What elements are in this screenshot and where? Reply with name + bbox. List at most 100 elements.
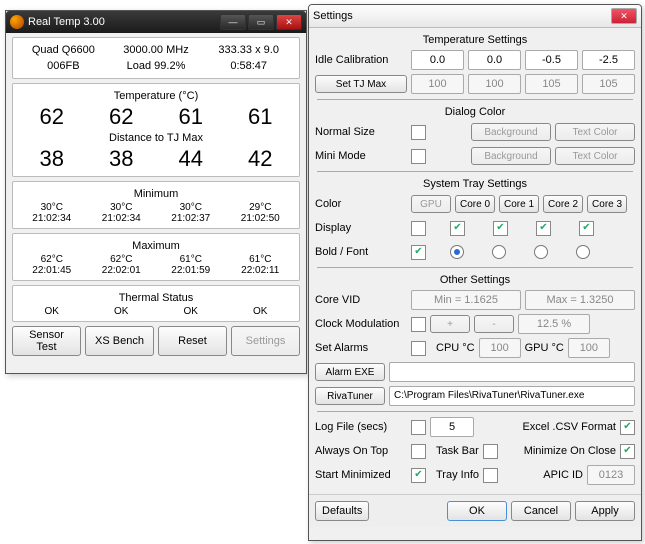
tray-display-label: Display — [315, 222, 407, 234]
mini-background-button: Background — [471, 147, 551, 165]
max-time2: 22:01:59 — [156, 265, 226, 276]
min-t2: 30°C — [156, 202, 226, 213]
temp-core2: 61 — [156, 104, 226, 130]
display-core0-checkbox[interactable] — [450, 221, 465, 236]
tray-core2-button[interactable]: Core 2 — [543, 195, 583, 213]
idle-cal-0-input[interactable]: 0.0 — [411, 50, 464, 70]
close-button[interactable]: ✕ — [276, 14, 302, 30]
aot-checkbox[interactable] — [411, 444, 426, 459]
dist-core2: 44 — [156, 146, 226, 172]
cpu-id: 006FB — [17, 60, 110, 72]
set-tjmax-button[interactable]: Set TJ Max — [315, 75, 407, 93]
dialog-color-header: Dialog Color — [315, 106, 635, 118]
dist-core0: 38 — [17, 146, 87, 172]
dist-core1: 38 — [87, 146, 157, 172]
rivatuner-path[interactable]: C:\Program Files\RivaTuner\RivaTuner.exe — [389, 386, 635, 406]
normal-size-checkbox[interactable] — [411, 125, 426, 140]
normal-textcolor-button: Text Color — [555, 123, 635, 141]
minclose-checkbox[interactable] — [620, 444, 635, 459]
cancel-button[interactable]: Cancel — [511, 501, 571, 521]
trayinfo-label: Tray Info — [436, 469, 479, 481]
mini-mode-label: Mini Mode — [315, 150, 407, 162]
cpu-mhz: 3000.00 MHz — [110, 44, 203, 56]
minimize-button[interactable]: — — [220, 14, 246, 30]
mini-mode-checkbox[interactable] — [411, 149, 426, 164]
corevid-max: Max = 1.3250 — [525, 290, 635, 310]
mini-textcolor-button: Text Color — [555, 147, 635, 165]
cpu-name: Quad Q6600 — [17, 44, 110, 56]
alarm-exe-button[interactable]: Alarm EXE — [315, 363, 385, 381]
logfile-secs-input[interactable]: 5 — [430, 417, 474, 437]
temp-core0: 62 — [17, 104, 87, 130]
setalarms-label: Set Alarms — [315, 342, 407, 354]
maximize-button[interactable]: ▭ — [248, 14, 274, 30]
rivatuner-button[interactable]: RivaTuner — [315, 387, 385, 405]
cpu-mult: 333.33 x 9.0 — [202, 44, 295, 56]
minimum-panel: Minimum 30°C 30°C 30°C 29°C 21:02:34 21:… — [12, 181, 300, 229]
settings-body: Temperature Settings Idle Calibration 0.… — [309, 28, 641, 490]
font-core0-radio[interactable] — [450, 245, 464, 259]
tray-core3-button[interactable]: Core 3 — [587, 195, 627, 213]
max-time1: 22:02:01 — [87, 265, 157, 276]
cpu-c-label: CPU °C — [436, 342, 475, 354]
apply-button[interactable]: Apply — [575, 501, 635, 521]
bold-checkbox[interactable] — [411, 245, 426, 260]
maximum-panel: Maximum 62°C 62°C 61°C 61°C 22:01:45 22:… — [12, 233, 300, 281]
alarm-exe-path[interactable] — [389, 362, 635, 382]
font-core1-radio[interactable] — [492, 245, 506, 259]
apic-value: 0123 — [587, 465, 635, 485]
logfile-checkbox[interactable] — [411, 420, 426, 435]
settings-title: Settings — [313, 10, 611, 22]
font-core3-radio[interactable] — [576, 245, 590, 259]
taskbar-label: Task Bar — [436, 445, 479, 457]
settings-footer: Defaults OK Cancel Apply — [309, 494, 641, 527]
tray-settings-header: System Tray Settings — [315, 178, 635, 190]
idle-cal-3-input[interactable]: -2.5 — [582, 50, 635, 70]
thermal2: OK — [156, 306, 226, 317]
reset-button[interactable]: Reset — [158, 326, 227, 356]
bold-font-label: Bold / Font — [315, 246, 407, 258]
max-t2: 61°C — [156, 254, 226, 265]
normal-background-button: Background — [471, 123, 551, 141]
display-core2-checkbox[interactable] — [536, 221, 551, 236]
settings-titlebar: Settings ✕ — [309, 5, 641, 28]
sensor-test-button[interactable]: Sensor Test — [12, 326, 81, 356]
setalarms-checkbox[interactable] — [411, 341, 426, 356]
clockmod-checkbox[interactable] — [411, 317, 426, 332]
temp-settings-header: Temperature Settings — [315, 34, 635, 46]
font-core2-radio[interactable] — [534, 245, 548, 259]
tray-gpu-button: GPU — [411, 195, 451, 213]
settings-button: Settings — [231, 326, 300, 356]
xs-bench-button[interactable]: XS Bench — [85, 326, 154, 356]
ok-button[interactable]: OK — [447, 501, 507, 521]
settings-close-button[interactable]: ✕ — [611, 8, 637, 24]
max-time3: 22:02:11 — [226, 265, 296, 276]
display-gpu-checkbox[interactable] — [411, 221, 426, 236]
startmin-checkbox[interactable] — [411, 468, 426, 483]
temp-label: Temperature (°C) — [17, 90, 295, 102]
csv-checkbox[interactable] — [620, 420, 635, 435]
display-core1-checkbox[interactable] — [493, 221, 508, 236]
min-t1: 30°C — [87, 202, 157, 213]
taskbar-checkbox[interactable] — [483, 444, 498, 459]
tray-core0-button[interactable]: Core 0 — [455, 195, 495, 213]
corevid-min: Min = 1.1625 — [411, 290, 521, 310]
other-settings-header: Other Settings — [315, 274, 635, 286]
clockmod-label: Clock Modulation — [315, 318, 407, 330]
minclose-label: Minimize On Close — [524, 445, 616, 457]
display-core3-checkbox[interactable] — [579, 221, 594, 236]
tray-color-label: Color — [315, 198, 407, 210]
max-t0: 62°C — [17, 254, 87, 265]
trayinfo-checkbox[interactable] — [483, 468, 498, 483]
uptime: 0:58:47 — [202, 60, 295, 72]
alarm-gpu-value: 100 — [568, 338, 610, 358]
main-titlebar: Real Temp 3.00 — ▭ ✕ — [6, 11, 306, 33]
dist-label: Distance to TJ Max — [17, 132, 295, 144]
min-time2: 21:02:37 — [156, 213, 226, 224]
idle-cal-2-input[interactable]: -0.5 — [525, 50, 578, 70]
idle-cal-1-input[interactable]: 0.0 — [468, 50, 521, 70]
tray-core1-button[interactable]: Core 1 — [499, 195, 539, 213]
max-t1: 62°C — [87, 254, 157, 265]
min-label: Minimum — [17, 188, 295, 200]
defaults-button[interactable]: Defaults — [315, 501, 369, 521]
